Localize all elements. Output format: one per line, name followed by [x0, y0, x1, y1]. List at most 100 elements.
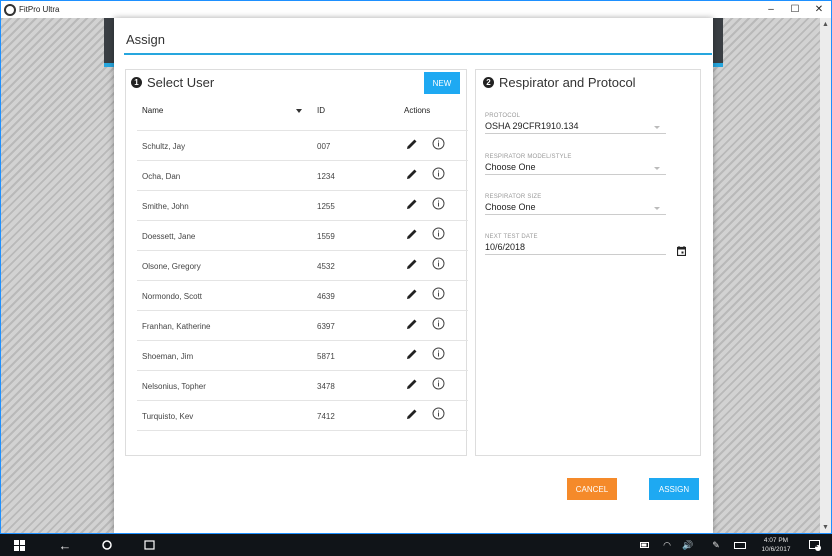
- table-row[interactable]: Smithe, John 1255: [137, 190, 468, 220]
- info-icon[interactable]: [432, 287, 445, 300]
- info-icon[interactable]: [432, 377, 445, 390]
- assign-button[interactable]: ASSIGN: [649, 478, 699, 500]
- user-id-cell: 6397: [317, 322, 335, 331]
- protocol-label: PROTOCOL: [485, 113, 521, 119]
- app-logo-icon: [4, 3, 16, 16]
- user-id-cell: 007: [317, 142, 331, 151]
- next-test-date-label: NEXT TEST DATE: [485, 234, 538, 240]
- table-row[interactable]: Franhan, Katherine 6397: [137, 310, 468, 340]
- column-header-actions: Actions: [404, 106, 431, 115]
- select-user-title: Select User: [147, 75, 215, 90]
- info-icon[interactable]: [432, 317, 445, 330]
- edit-pencil-icon[interactable]: [406, 198, 418, 210]
- title-bar: FitPro Ultra – ☐ ✕: [1, 1, 831, 18]
- column-header-id[interactable]: ID: [317, 106, 325, 115]
- table-row[interactable]: Shoeman, Jim 5871: [137, 340, 468, 370]
- respirator-size-select[interactable]: RESPIRATOR SIZE Choose One: [485, 194, 666, 215]
- table-row[interactable]: Doessett, Jane 1559: [137, 220, 468, 250]
- dialog-title: Assign: [126, 32, 166, 47]
- task-view-icon[interactable]: [140, 534, 158, 556]
- info-icon[interactable]: [432, 167, 445, 180]
- user-name-cell: Normondo, Scott: [142, 292, 203, 301]
- minimize-button[interactable]: –: [759, 1, 783, 18]
- search-circle-icon[interactable]: [98, 534, 116, 556]
- pen-icon[interactable]: ✎: [709, 534, 723, 556]
- scroll-up-icon[interactable]: ▲: [822, 21, 829, 28]
- user-id-cell: 5871: [317, 352, 335, 361]
- wifi-icon[interactable]: ◠: [660, 534, 674, 556]
- step-number-badge: 2: [483, 77, 494, 88]
- table-row[interactable]: Olsone, Gregory 4532: [137, 250, 468, 280]
- table-row[interactable]: Schultz, Jay 007: [137, 130, 468, 160]
- chevron-down-icon[interactable]: [654, 126, 660, 129]
- info-icon[interactable]: [432, 257, 445, 270]
- respirator-size-value-text: Choose One: [485, 202, 536, 212]
- user-name-cell: Nelsonius, Topher: [142, 382, 206, 391]
- edit-pencil-icon[interactable]: [406, 318, 418, 330]
- edit-pencil-icon[interactable]: [406, 138, 418, 150]
- respirator-size-value[interactable]: Choose One: [485, 202, 666, 215]
- clock-time: 4:07 PM: [763, 537, 789, 544]
- new-user-button[interactable]: NEW: [424, 72, 460, 94]
- protocol-value[interactable]: OSHA 29CFR1910.134: [485, 121, 666, 134]
- edit-pencil-icon[interactable]: [406, 408, 418, 420]
- edit-pencil-icon[interactable]: [406, 258, 418, 270]
- chevron-down-icon[interactable]: [654, 167, 660, 170]
- user-id-cell: 4639: [317, 292, 335, 301]
- app-window: FitPro Ultra – ☐ ✕ ▲ ▼ Assign 1 Select U…: [0, 0, 832, 534]
- table-row[interactable]: Normondo, Scott 4639: [137, 280, 468, 310]
- info-icon[interactable]: [432, 197, 445, 210]
- info-icon[interactable]: [432, 227, 445, 240]
- scroll-down-icon[interactable]: ▼: [822, 524, 829, 531]
- window-title: FitPro Ultra: [19, 5, 60, 14]
- next-test-date-value[interactable]: 10/6/2018: [485, 242, 666, 255]
- back-arrow-icon[interactable]: ←: [56, 534, 74, 556]
- dialog-title-underline: [124, 53, 712, 55]
- info-icon[interactable]: [432, 407, 445, 420]
- protocol-select[interactable]: PROTOCOL OSHA 29CFR1910.134: [485, 113, 666, 134]
- select-user-panel: 1 Select User NEW Name ID Actions Schult…: [125, 69, 468, 456]
- respirator-model-select[interactable]: RESPIRATOR MODEL/STYLE Choose One: [485, 154, 666, 175]
- taskbar-clock[interactable]: 4:07 PM 10/6/2017: [758, 536, 794, 554]
- info-icon[interactable]: [432, 347, 445, 360]
- user-id-cell: 7412: [317, 412, 335, 421]
- select-user-header: 1 Select User: [131, 75, 214, 90]
- edit-pencil-icon[interactable]: [406, 348, 418, 360]
- edit-pencil-icon[interactable]: [406, 288, 418, 300]
- windows-start-icon[interactable]: [10, 534, 28, 556]
- sort-descending-icon[interactable]: [296, 109, 302, 113]
- window-scrollbar[interactable]: ▲ ▼: [820, 18, 831, 533]
- respirator-title: Respirator and Protocol: [499, 75, 636, 90]
- edit-pencil-icon[interactable]: [406, 168, 418, 180]
- keyboard-icon[interactable]: [732, 534, 748, 556]
- protocol-value-text: OSHA 29CFR1910.134: [485, 121, 579, 131]
- table-row[interactable]: Nelsonius, Topher 3478: [137, 370, 468, 400]
- table-row[interactable]: Ocha, Dan 1234: [137, 160, 468, 190]
- volume-icon[interactable]: 🔊: [681, 534, 695, 556]
- calendar-icon[interactable]: [677, 246, 686, 256]
- battery-icon[interactable]: [638, 534, 652, 556]
- respirator-model-label: RESPIRATOR MODEL/STYLE: [485, 154, 572, 160]
- respirator-model-value[interactable]: Choose One: [485, 162, 666, 175]
- table-row[interactable]: Turquisto, Kev 7412: [137, 400, 468, 430]
- user-name-cell: Smithe, John: [142, 202, 189, 211]
- chevron-down-icon[interactable]: [654, 207, 660, 210]
- user-id-cell: 1255: [317, 202, 335, 211]
- cancel-button[interactable]: CANCEL: [567, 478, 617, 500]
- respirator-header: 2 Respirator and Protocol: [483, 75, 636, 90]
- user-id-cell: 1234: [317, 172, 335, 181]
- info-icon[interactable]: [432, 137, 445, 150]
- user-name-cell: Shoeman, Jim: [142, 352, 194, 361]
- user-name-cell: Olsone, Gregory: [142, 262, 201, 271]
- next-test-date-field[interactable]: NEXT TEST DATE 10/6/2018: [485, 234, 666, 255]
- user-name-cell: Turquisto, Kev: [142, 412, 194, 421]
- window-controls: – ☐ ✕: [759, 1, 831, 18]
- close-button[interactable]: ✕: [807, 1, 831, 18]
- edit-pencil-icon[interactable]: [406, 378, 418, 390]
- user-name-cell: Schultz, Jay: [142, 142, 186, 151]
- maximize-button[interactable]: ☐: [783, 1, 807, 18]
- respirator-model-value-text: Choose One: [485, 162, 536, 172]
- user-name-cell: Doessett, Jane: [142, 232, 196, 241]
- column-header-name[interactable]: Name: [142, 106, 163, 115]
- edit-pencil-icon[interactable]: [406, 228, 418, 240]
